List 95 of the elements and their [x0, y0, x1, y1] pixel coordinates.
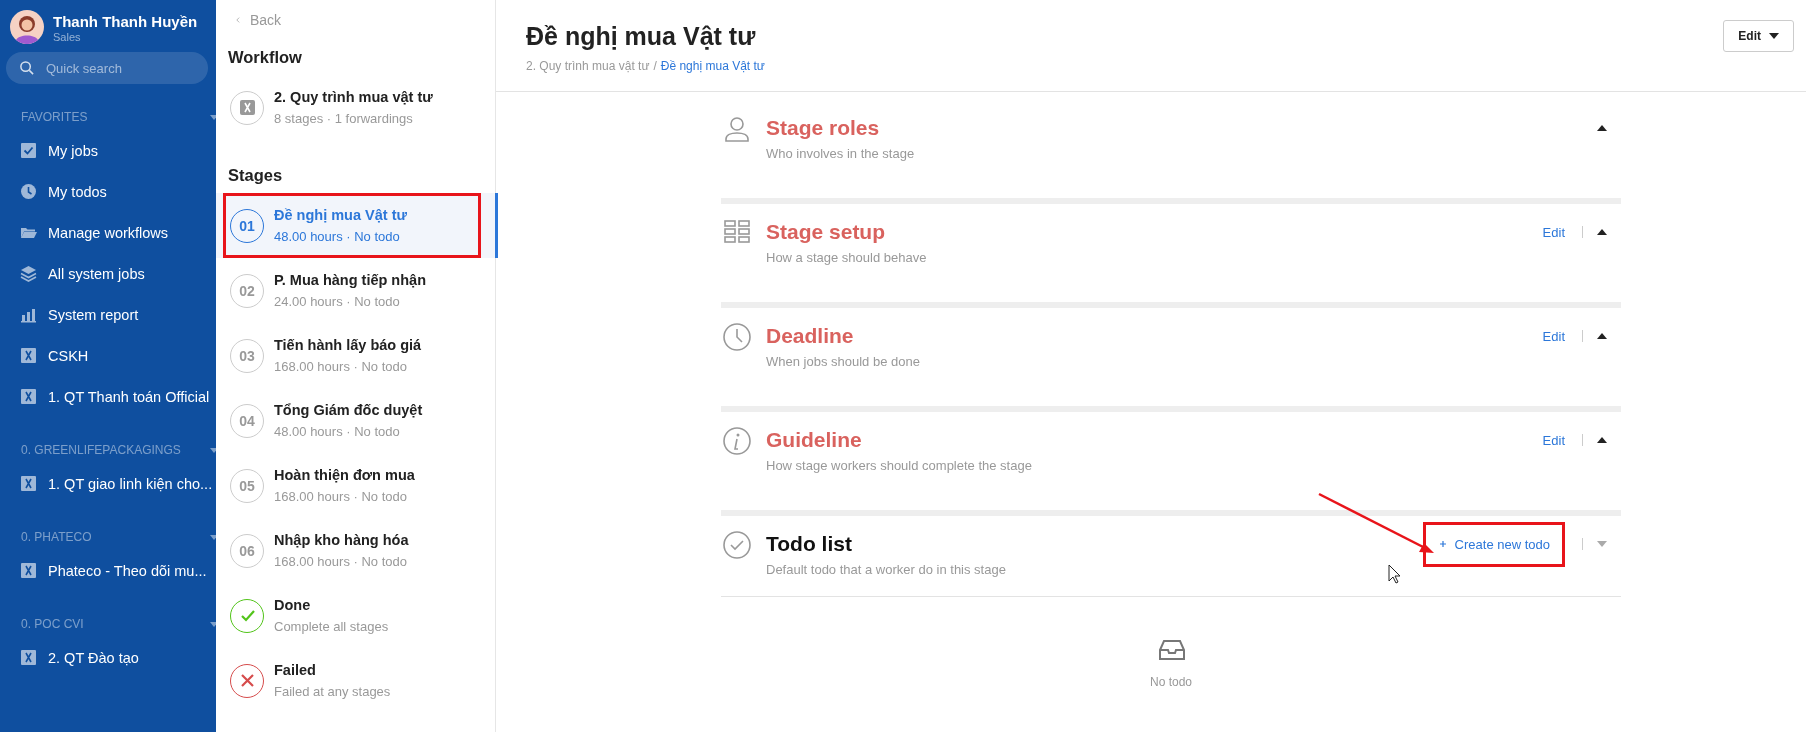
workflow-icon — [20, 475, 37, 492]
stage-item[interactable]: Failed Failed at any stages — [216, 648, 495, 713]
workflow-icon — [20, 347, 37, 364]
section-subtitle: How stage workers should complete the stage — [766, 457, 1032, 475]
stage-meta: 168.00 hours · No todo — [274, 552, 408, 571]
page-title: Đề nghị mua Vật tư — [526, 22, 757, 51]
stage-name: P. Mua hàng tiếp nhận — [274, 270, 426, 290]
section-title: Guideline — [766, 427, 863, 453]
workflow-icon — [20, 562, 37, 579]
stage-meta: Failed at any stages — [274, 682, 391, 701]
stage-name: Nhập kho hàng hóa — [274, 530, 409, 550]
checkbox-icon — [20, 142, 37, 159]
edit-link[interactable]: Edit — [1542, 432, 1565, 448]
section-subtitle: How a stage should behave — [766, 249, 927, 267]
expand-caret-icon[interactable] — [1597, 541, 1607, 547]
stage-item[interactable]: 03 Tiến hành lấy báo giá 168.00 hours · No todo — [216, 323, 495, 388]
check-circle-icon — [722, 530, 752, 560]
breadcrumb-item: 2. Quy trình mua vật tư — [526, 59, 650, 73]
group-title: FAVORITES — [21, 110, 88, 124]
breadcrumb-separator: / — [653, 59, 657, 73]
clock-icon — [722, 322, 752, 352]
stage-meta: Complete all stages — [274, 617, 389, 636]
stage-item[interactable]: Done Complete all stages — [216, 583, 495, 648]
create-todo-button[interactable]: Create new todo — [1422, 521, 1565, 567]
group-title: 0. POC CVI — [21, 617, 84, 631]
stage-name: Failed — [274, 660, 317, 680]
sidebar-item[interactable]: 2. QT Đào tạo — [0, 637, 216, 678]
section-subtitle: When jobs should be done — [766, 353, 920, 371]
stage-name: Done — [274, 595, 312, 615]
caret-icon[interactable] — [210, 534, 216, 540]
caret-icon[interactable] — [210, 447, 216, 453]
edit-link[interactable]: Edit — [1542, 224, 1565, 240]
clock-icon — [20, 183, 37, 200]
stage-name: Đề nghị mua Vật tư — [274, 205, 407, 225]
section-title: Stage roles — [766, 115, 881, 141]
stage-item[interactable]: 05 Hoàn thiện đơn mua 168.00 hours · No todo — [216, 453, 495, 518]
sidebar-item[interactable]: All system jobs — [0, 253, 216, 294]
stage-name: Tiến hành lấy báo giá — [274, 335, 422, 355]
sidebar-item[interactable]: 1. QT giao linh kiện cho... — [0, 463, 216, 504]
bar-chart-icon — [20, 306, 37, 323]
stage-item[interactable]: 02 P. Mua hàng tiếp nhận 24.00 hours · No todo — [216, 258, 495, 323]
sidebar-item[interactable]: CSKH — [0, 335, 216, 376]
stage-item[interactable]: 01 Đề nghị mua Vật tư 48.00 hours · No todo — [216, 193, 495, 258]
sidebar-item[interactable]: Phateco - Theo dõi mu... — [0, 550, 216, 591]
edit-button[interactable]: Edit — [1723, 20, 1794, 52]
layers-icon — [20, 265, 37, 282]
info-icon — [722, 426, 752, 456]
stage-item[interactable]: 06 Nhập kho hàng hóa 168.00 hours · No todo — [216, 518, 495, 583]
section-heading: Workflow — [227, 48, 303, 67]
stage-name: Hoàn thiện đơn mua — [274, 465, 415, 485]
stage-meta: 168.00 hours · No todo — [274, 357, 408, 376]
workflow-icon — [20, 388, 37, 405]
section-subtitle: Who involves in the stage — [766, 145, 915, 163]
search-icon — [19, 60, 35, 76]
stage-item[interactable]: 04 Tổng Giám đốc duyệt 48.00 hours · No todo — [216, 388, 495, 453]
collapse-caret-icon[interactable] — [1597, 125, 1607, 131]
sidebar-item[interactable]: My todos — [0, 171, 216, 212]
person-icon — [722, 114, 752, 144]
mouse-cursor-icon — [1388, 564, 1402, 584]
caret-icon[interactable] — [210, 621, 216, 627]
workflow-meta: 8 stages · 1 forwardings — [274, 109, 414, 128]
close-icon — [238, 672, 256, 689]
user-name: Thanh Thanh Huyền — [53, 11, 198, 31]
stage-name: Tổng Giám đốc duyệt — [274, 400, 423, 420]
empty-state-text: No todo — [1150, 675, 1192, 689]
group-title: 0. PHATECO — [21, 530, 92, 544]
selection-indicator — [495, 193, 498, 258]
section-subtitle: Default todo that a worker do in this stage — [766, 561, 1006, 579]
breadcrumb-link[interactable]: Đề nghị mua Vật tư — [660, 59, 765, 73]
workflow-item[interactable]: 2. Quy trình mua vật tư 8 stages · 1 forwardings — [216, 75, 495, 140]
collapse-caret-icon[interactable] — [1597, 333, 1607, 339]
section-title: Todo list — [766, 531, 853, 557]
caret-icon[interactable] — [210, 114, 216, 120]
user-role: Sales — [53, 30, 82, 43]
sidebar-item[interactable]: Manage workflows — [0, 212, 216, 253]
workflow-icon — [20, 649, 37, 666]
caret-down-icon — [1769, 33, 1779, 39]
group-title: 0. GREENLIFEPACKAGINGS — [21, 443, 181, 457]
plus-icon — [1437, 541, 1448, 547]
section-title: Deadline — [766, 323, 855, 349]
section-title: Stage setup — [766, 219, 887, 245]
collapse-caret-icon[interactable] — [1597, 229, 1607, 235]
stage-meta: 168.00 hours · No todo — [274, 487, 408, 506]
stage-meta: 24.00 hours · No todo — [274, 292, 401, 311]
stage-meta: 48.00 hours · No todo — [274, 227, 401, 246]
sidebar-item[interactable]: 1. QT Thanh toán Official — [0, 376, 216, 417]
collapse-caret-icon[interactable] — [1597, 437, 1607, 443]
sidebar-item[interactable]: System report — [0, 294, 216, 335]
edit-link[interactable]: Edit — [1542, 328, 1565, 344]
workflow-name: 2. Quy trình mua vật tư — [274, 87, 433, 107]
workflow-icon — [238, 99, 256, 116]
avatar-icon — [10, 10, 44, 44]
section-heading: Stages — [227, 166, 284, 185]
sidebar-item[interactable]: My jobs — [0, 130, 216, 171]
stage-meta: 48.00 hours · No todo — [274, 422, 401, 441]
